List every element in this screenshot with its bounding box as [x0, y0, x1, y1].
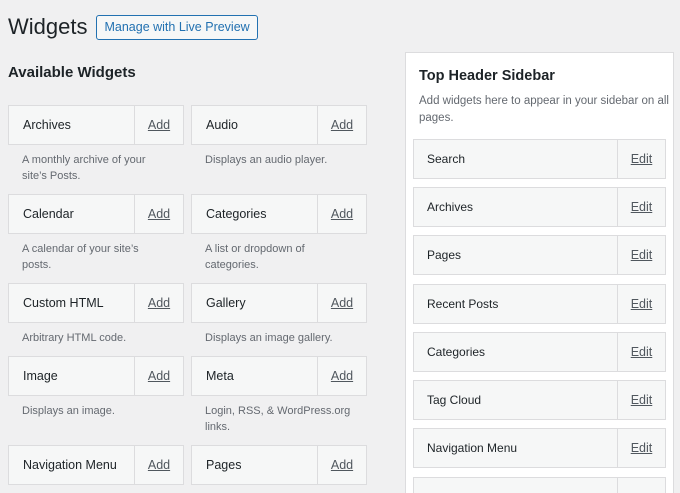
- edit-widget-button[interactable]: Edit: [617, 429, 665, 467]
- widget-custom-html: Custom HTML Add Arbitrary HTML code.: [8, 283, 184, 346]
- add-widget-button[interactable]: Add: [317, 195, 366, 233]
- widget-calendar: Calendar Add A calendar of your site’s p…: [8, 194, 184, 273]
- widget-header[interactable]: Calendar Add: [8, 194, 184, 234]
- edit-widget-button[interactable]: Edit: [617, 381, 665, 419]
- widget-audio: Audio Add Displays an audio player.: [191, 105, 367, 168]
- add-widget-button[interactable]: Add: [317, 357, 366, 395]
- widget-header[interactable]: Archives Add: [8, 105, 184, 145]
- sidebar-title[interactable]: Top Header Sidebar: [419, 68, 555, 84]
- widget-gallery: Gallery Add Displays an image gallery.: [191, 283, 367, 346]
- edit-widget-button[interactable]: Edit: [617, 140, 665, 178]
- edit-widget-button[interactable]: Edit: [617, 333, 665, 371]
- sidebar-widget-recent-posts[interactable]: Recent Posts Edit: [413, 284, 666, 324]
- page-title: Widgets: [8, 14, 88, 39]
- widget-categories: Categories Add A list or dropdown of cat…: [191, 194, 367, 273]
- available-widgets-heading: Available Widgets: [8, 64, 136, 81]
- sidebar-widget-partial[interactable]: [413, 477, 666, 493]
- add-widget-button[interactable]: Add: [134, 284, 183, 322]
- widget-title: Meta: [206, 369, 234, 383]
- sidebar-widget-title: Tag Cloud: [427, 393, 482, 407]
- sidebar-widget-title: Navigation Menu: [427, 441, 518, 455]
- widget-title: Navigation Menu: [23, 458, 117, 472]
- widget-description: Displays an image gallery.: [205, 332, 333, 344]
- page-header: Widgets Manage with Live Preview: [8, 14, 258, 40]
- widget-header[interactable]: Meta Add: [191, 356, 367, 396]
- add-widget-button[interactable]: Add: [134, 357, 183, 395]
- sidebar-widget-title: Archives: [427, 200, 474, 214]
- edit-widget-button[interactable]: [617, 478, 665, 493]
- widget-title: Categories: [206, 207, 267, 221]
- edit-widget-button[interactable]: Edit: [617, 285, 665, 323]
- sidebar-widget-search[interactable]: Search Edit: [413, 139, 666, 179]
- widget-description: A monthly archive of your site’s Posts.: [22, 154, 146, 182]
- widget-header[interactable]: Pages Add: [191, 445, 367, 485]
- widget-header[interactable]: Image Add: [8, 356, 184, 396]
- widget-archives: Archives Add A monthly archive of your s…: [8, 105, 184, 184]
- widget-area-top-header-sidebar: Top Header Sidebar Add widgets here to a…: [405, 52, 674, 493]
- edit-widget-button[interactable]: Edit: [617, 236, 665, 274]
- widget-description: Login, RSS, & WordPress.org links.: [205, 405, 351, 433]
- widget-header[interactable]: Categories Add: [191, 194, 367, 234]
- widget-header[interactable]: Custom HTML Add: [8, 283, 184, 323]
- sidebar-widget-tag-cloud[interactable]: Tag Cloud Edit: [413, 380, 666, 420]
- widget-image: Image Add Displays an image.: [8, 356, 184, 419]
- widget-title: Audio: [206, 118, 238, 132]
- widget-title: Gallery: [206, 296, 246, 310]
- widget-description: Displays an audio player.: [205, 154, 328, 166]
- widget-title: Custom HTML: [23, 296, 104, 310]
- add-widget-button[interactable]: Add: [134, 106, 183, 144]
- sidebar-widget-categories[interactable]: Categories Edit: [413, 332, 666, 372]
- widget-title: Calendar: [23, 207, 74, 221]
- edit-widget-button[interactable]: Edit: [617, 188, 665, 226]
- sidebar-widget-title: Categories: [427, 345, 486, 359]
- add-widget-button[interactable]: Add: [134, 195, 183, 233]
- widget-title: Image: [23, 369, 58, 383]
- widget-header[interactable]: Navigation Menu Add: [8, 445, 184, 485]
- widget-pages: Pages Add: [191, 445, 367, 485]
- sidebar-widget-archives[interactable]: Archives Edit: [413, 187, 666, 227]
- sidebar-widget-navigation-menu[interactable]: Navigation Menu Edit: [413, 428, 666, 468]
- add-widget-button[interactable]: Add: [317, 106, 366, 144]
- sidebar-widget-title: Pages: [427, 248, 462, 262]
- widget-description: Displays an image.: [22, 405, 115, 417]
- sidebar-widget-pages[interactable]: Pages Edit: [413, 235, 666, 275]
- widget-title: Pages: [206, 458, 242, 472]
- sidebar-widget-title: [414, 478, 617, 493]
- manage-live-preview-button[interactable]: Manage with Live Preview: [96, 14, 258, 40]
- sidebar-widget-title: Search: [427, 152, 466, 166]
- widget-navigation-menu: Navigation Menu Add: [8, 445, 184, 485]
- add-widget-button[interactable]: Add: [317, 284, 366, 322]
- widget-header[interactable]: Audio Add: [191, 105, 367, 145]
- sidebar-description: Add widgets here to appear in your sideb…: [419, 95, 669, 124]
- add-widget-button[interactable]: Add: [134, 446, 183, 484]
- widget-description: A list or dropdown of categories.: [205, 243, 305, 271]
- widget-description: Arbitrary HTML code.: [22, 332, 127, 344]
- add-widget-button[interactable]: Add: [317, 446, 366, 484]
- widget-header[interactable]: Gallery Add: [191, 283, 367, 323]
- widget-title: Archives: [23, 118, 71, 132]
- sidebar-widget-title: Recent Posts: [427, 297, 499, 311]
- widget-meta: Meta Add Login, RSS, & WordPress.org lin…: [191, 356, 367, 435]
- widget-description: A calendar of your site’s posts.: [22, 243, 139, 271]
